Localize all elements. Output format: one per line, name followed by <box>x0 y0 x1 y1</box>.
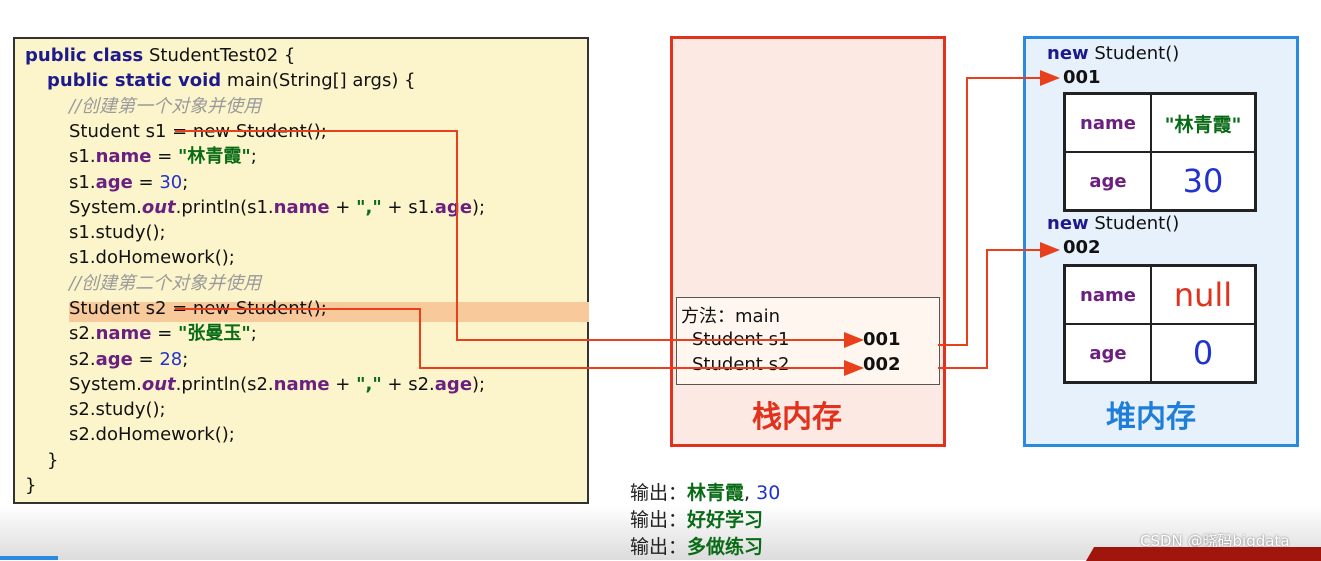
output-text: 好好学习 <box>687 509 764 531</box>
output-prefix: 输出： <box>630 536 688 558</box>
output-prefix: 输出： <box>630 482 688 504</box>
output-text: , <box>744 482 757 504</box>
output-line-3: 输出：多做练习 <box>630 532 763 559</box>
brand-banner <box>1085 547 1321 561</box>
output-line-1: 输出：林青霞, 30 <box>630 478 780 505</box>
arrow-002-to-heap <box>938 242 1060 369</box>
reference-arrows <box>175 70 1060 376</box>
output-text: 林青霞 <box>687 482 745 504</box>
output-prefix: 输出： <box>630 509 688 531</box>
output-text: 多做练习 <box>687 536 764 558</box>
output-line-2: 输出：好好学习 <box>630 505 763 532</box>
arrow-s2-to-stack <box>175 308 864 376</box>
output-number: 30 <box>756 482 781 504</box>
arrow-001-to-heap <box>938 70 1060 346</box>
progress-bar <box>0 556 58 560</box>
